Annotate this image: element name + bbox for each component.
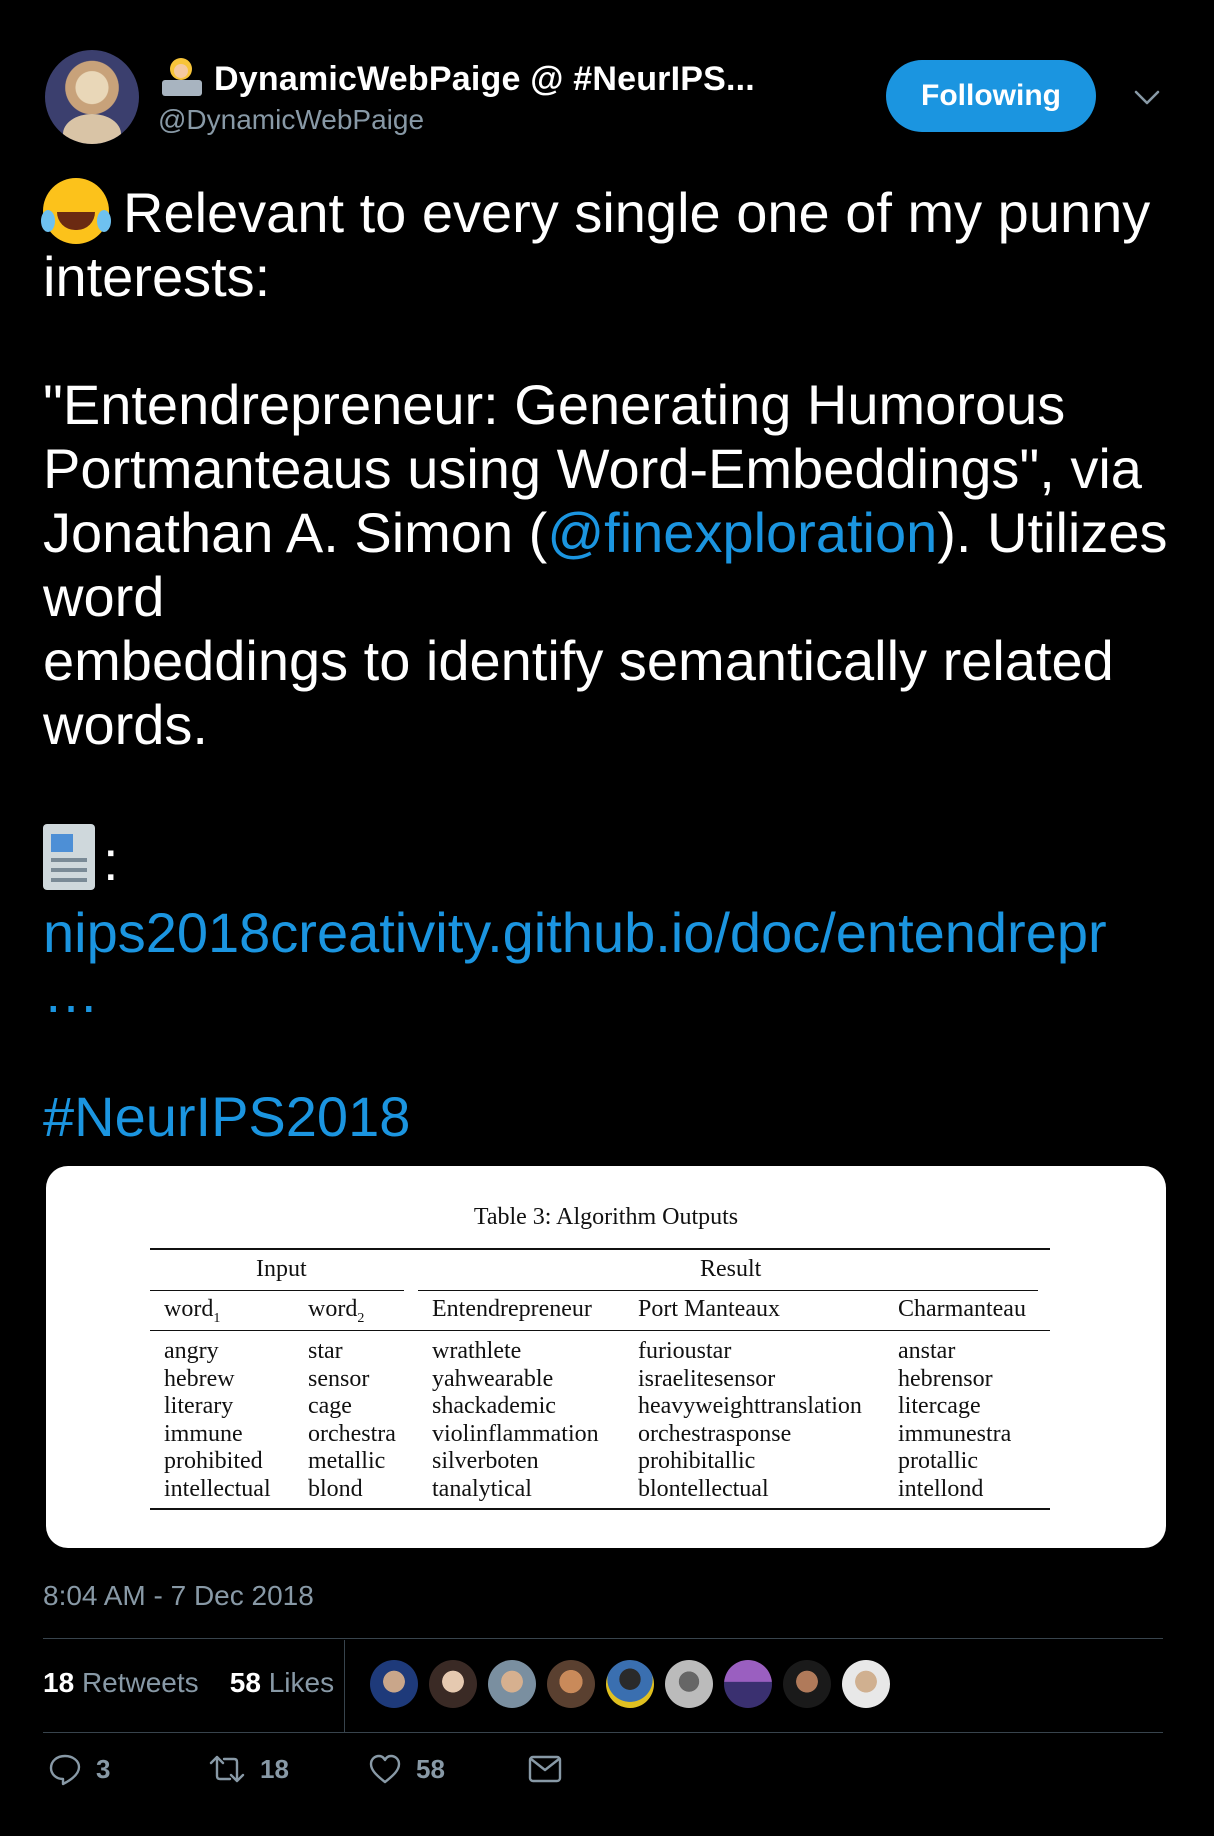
liker-avatar[interactable]: [488, 1660, 536, 1708]
divider-bottom: [43, 1732, 1163, 1733]
tweet-line: words.: [43, 693, 208, 756]
liker-avatars: [370, 1660, 890, 1708]
group-input-header: Input: [256, 1256, 307, 1282]
retweets-label: Retweets: [81, 1667, 199, 1698]
following-button[interactable]: Following: [886, 60, 1096, 132]
likes-label: Likes: [268, 1667, 335, 1698]
header-word1: word1: [164, 1296, 221, 1326]
retweets-count: 18: [43, 1667, 75, 1698]
tweet-line: word: [43, 565, 165, 628]
header-charmanteau: Charmanteau: [898, 1296, 1026, 1322]
group-result-header: Result: [700, 1256, 762, 1282]
tweet-line: Relevant to every single one of my punny: [123, 181, 1151, 244]
retweet-count: 18: [260, 1753, 289, 1784]
likes-count: 58: [229, 1667, 261, 1698]
tweet-line: "Entendrepreneur: Generating Humorous: [43, 373, 1066, 436]
column-word2: star sensor cage orchestra metallic blon…: [308, 1338, 396, 1502]
mention-link[interactable]: @finexploration: [547, 501, 937, 564]
tweet-line: embeddings to identify semantically rela…: [43, 629, 1114, 692]
retweet-icon: [209, 1755, 245, 1783]
retweet-button[interactable]: 18: [208, 1752, 368, 1786]
tears-of-joy-emoji: [41, 178, 109, 244]
author-display-name[interactable]: DynamicWebPaige @ #NeurIPS...: [214, 60, 755, 99]
likes-stat[interactable]: 58 Likes: [230, 1667, 334, 1698]
tweet-text: Relevant to every single one of my punny…: [41, 178, 1183, 1149]
attached-image-table[interactable]: Table 3: Algorithm Outputs Input Result …: [46, 1166, 1166, 1548]
tweet-line: interests:: [43, 245, 271, 308]
author-handle[interactable]: @DynamicWebPaige: [158, 104, 424, 136]
action-bar: 3 18 58: [48, 1752, 562, 1786]
result-group-rule: [418, 1290, 1038, 1291]
header-entendrepreneur: Entendrepreneur: [432, 1296, 592, 1322]
tweet-line: Portmanteaus using Word-Embeddings", via: [43, 437, 1142, 500]
tweet-line: ). Utilizes: [937, 501, 1168, 564]
author-avatar[interactable]: [45, 50, 139, 144]
reply-button[interactable]: 3: [48, 1752, 208, 1786]
liker-avatar[interactable]: [665, 1660, 713, 1708]
like-button[interactable]: 58: [368, 1753, 528, 1785]
header-port-manteaux: Port Manteaux: [638, 1296, 780, 1322]
envelope-icon: [528, 1755, 562, 1783]
liker-avatar[interactable]: [547, 1660, 595, 1708]
news-colon: :: [103, 829, 119, 892]
hashtag-link[interactable]: #NeurIPS2018: [43, 1085, 1183, 1149]
liker-avatar[interactable]: [606, 1660, 654, 1708]
input-group-rule: [150, 1290, 404, 1291]
column-word1: angry hebrew literary immune prohibited …: [164, 1338, 271, 1502]
table-bottom-rule: [150, 1508, 1050, 1510]
stats-separator: [344, 1640, 345, 1732]
engagement-stats: 18 Retweets 58 Likes: [43, 1667, 334, 1699]
header-word2: word2: [308, 1296, 365, 1326]
liker-avatar[interactable]: [370, 1660, 418, 1708]
table-top-rule: [150, 1248, 1050, 1250]
divider-top: [43, 1638, 1163, 1639]
liker-avatar[interactable]: [429, 1660, 477, 1708]
direct-message-button[interactable]: [528, 1755, 562, 1783]
heart-icon: [369, 1754, 401, 1784]
liker-avatar[interactable]: [783, 1660, 831, 1708]
author-name-row[interactable]: DynamicWebPaige @ #NeurIPS...: [160, 58, 755, 100]
article-link-ellipsis[interactable]: …: [43, 965, 1183, 1021]
tweet-line: Jonathan A. Simon (: [43, 501, 548, 564]
column-port-manteaux: furioustar israelitesensor heavyweighttr…: [638, 1338, 862, 1502]
column-entendrepreneur: wrathlete yahwearable shackademic violin…: [432, 1338, 599, 1502]
retweets-stat[interactable]: 18 Retweets: [43, 1667, 199, 1698]
like-count: 58: [416, 1753, 445, 1784]
chevron-down-icon[interactable]: [1132, 82, 1162, 112]
column-charmanteau: anstar hebrensor litercage immunestra pr…: [898, 1338, 1012, 1502]
reply-icon: [49, 1754, 81, 1786]
header-rule: [150, 1330, 1050, 1331]
article-link[interactable]: nips2018creativity.github.io/doc/entendr…: [43, 901, 1183, 965]
reply-count: 3: [96, 1753, 111, 1784]
liker-avatar[interactable]: [842, 1660, 890, 1708]
table-caption: Table 3: Algorithm Outputs: [473, 1204, 739, 1230]
tweet-timestamp[interactable]: 8:04 AM - 7 Dec 2018: [43, 1580, 314, 1612]
laptop-developer-emoji: [160, 58, 204, 100]
newspaper-emoji: [43, 824, 103, 890]
liker-avatar[interactable]: [724, 1660, 772, 1708]
